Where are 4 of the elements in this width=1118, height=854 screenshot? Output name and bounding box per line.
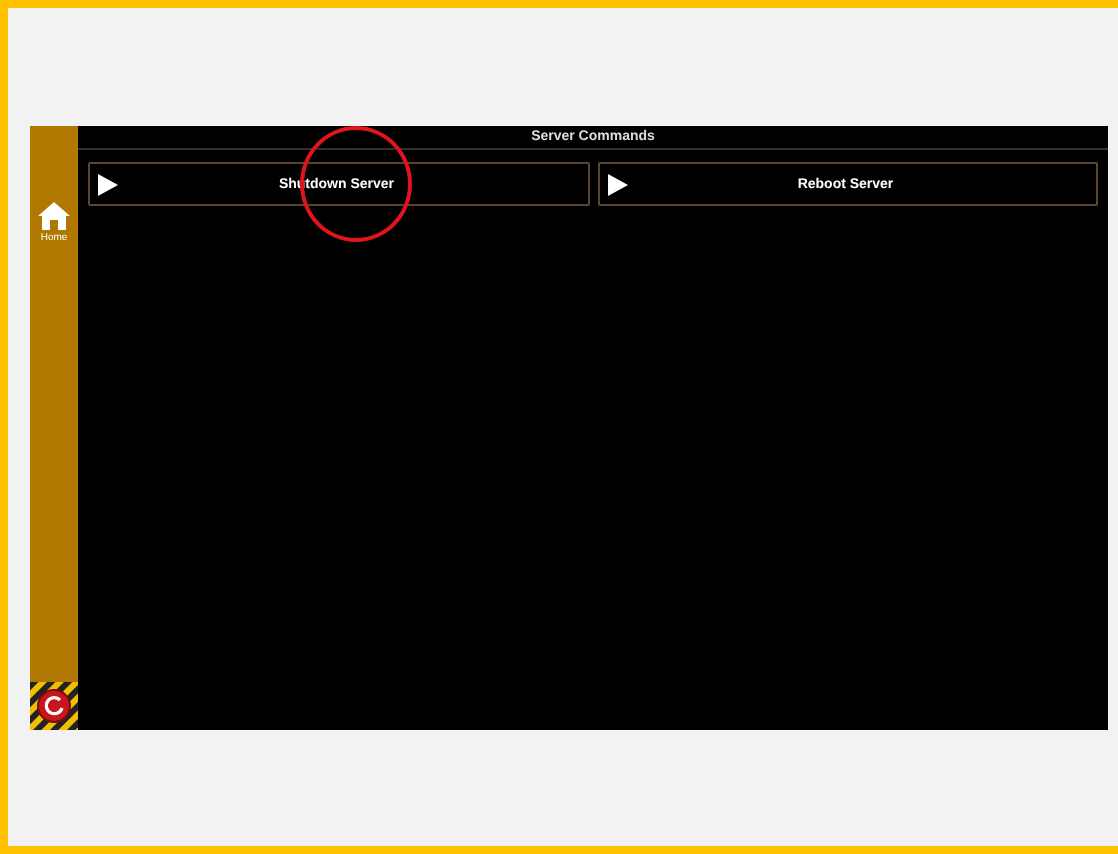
play-icon [607,173,627,195]
play-icon [98,173,118,195]
home-icon [36,200,72,232]
emergency-stop-icon[interactable] [30,682,78,730]
